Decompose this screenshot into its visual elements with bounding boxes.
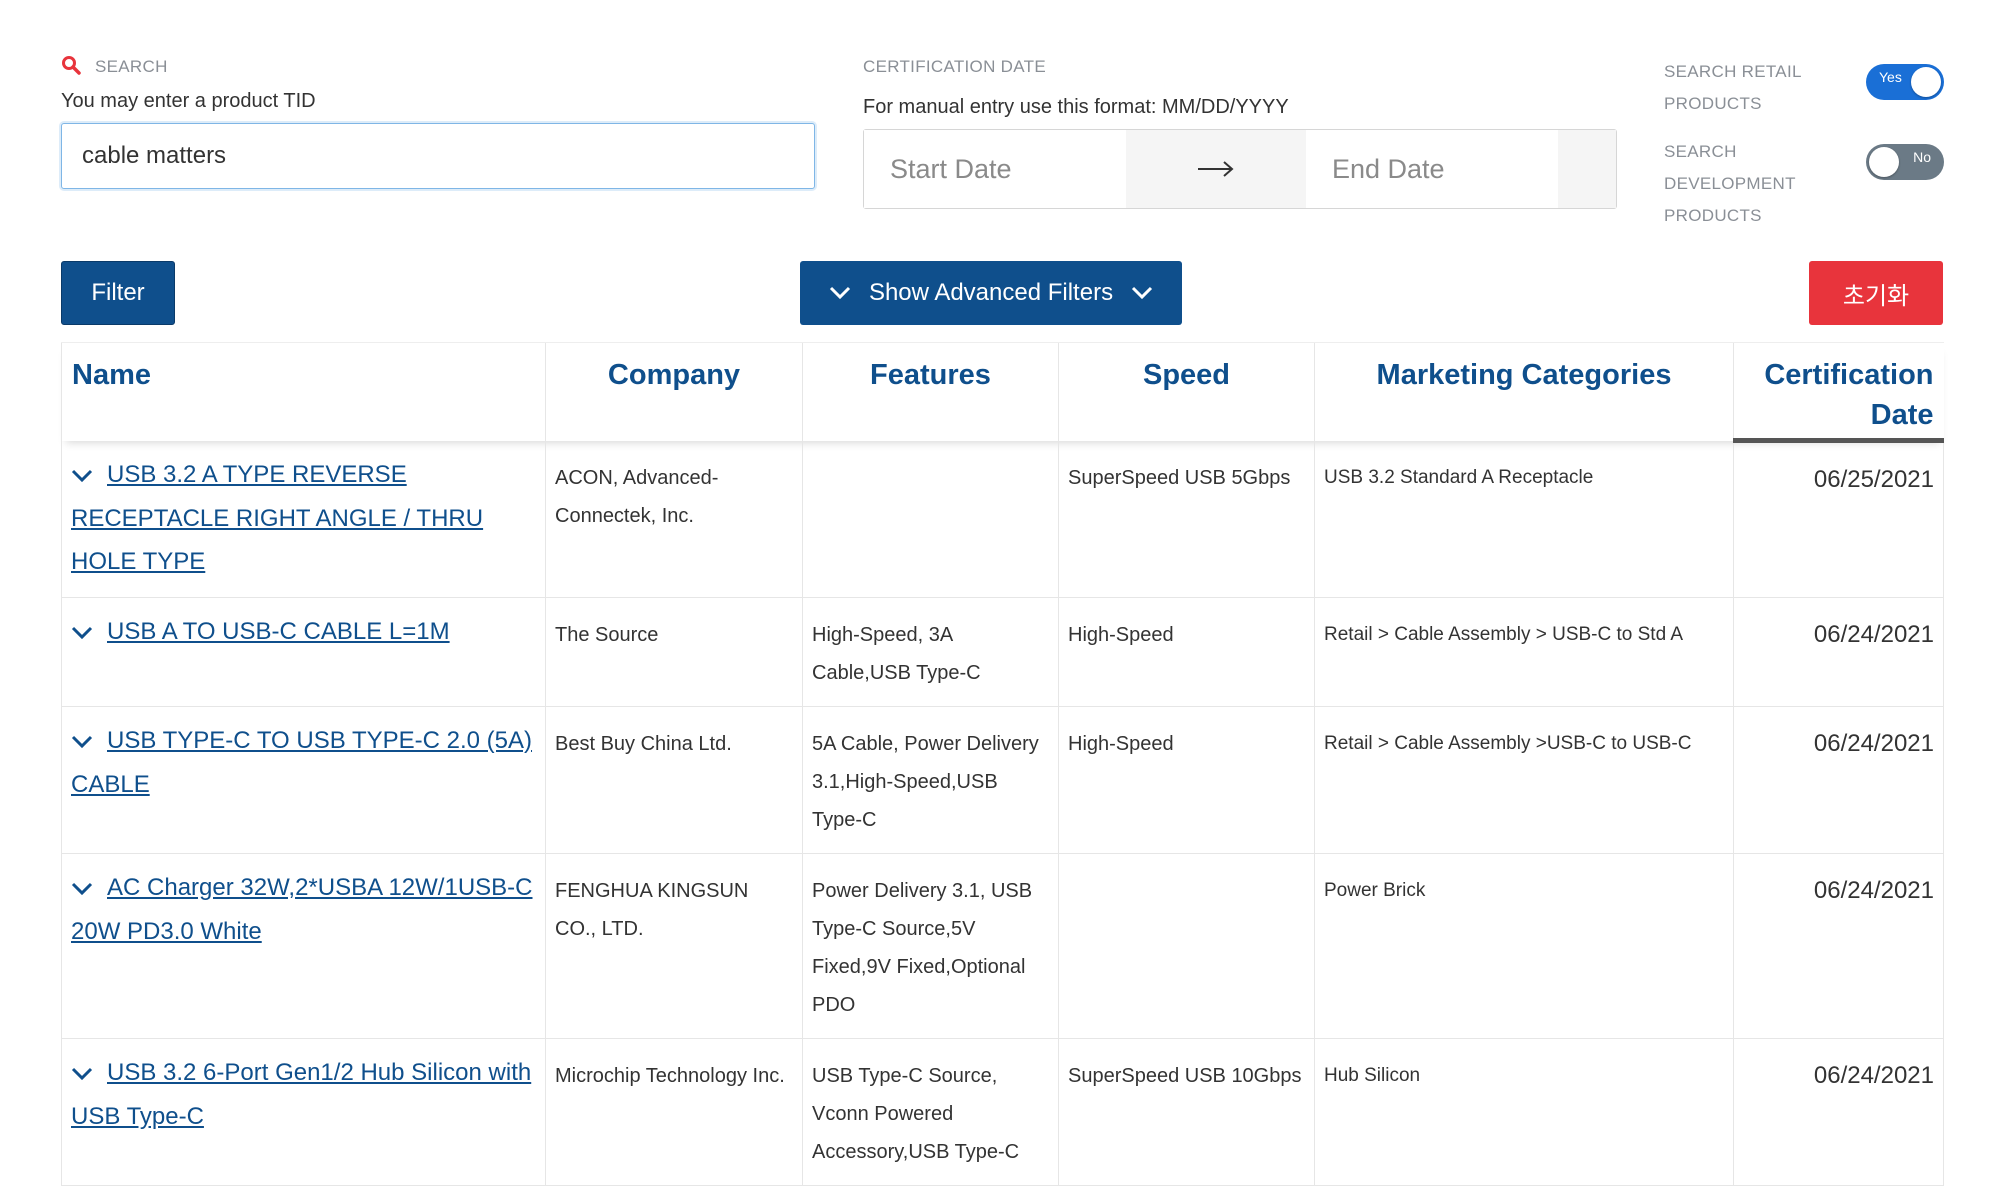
table-row: USB A TO USB-C CABLE L=1M The Source Hig… xyxy=(61,597,1944,707)
retail-toggle-state: Yes xyxy=(1879,69,1902,85)
product-name-link[interactable]: USB 3.2 6-Port Gen1/2 Hub Silicon with U… xyxy=(71,1059,531,1130)
date-cell: 06/24/2021 xyxy=(1733,853,1944,1039)
column-header-name[interactable]: Name xyxy=(61,342,546,441)
search-input[interactable] xyxy=(61,123,815,189)
speed-cell: SuperSpeed USB 5Gbps xyxy=(1058,440,1315,598)
table-row: AC Charger 32W,2*USBA 12W/1USB-C 20W PD3… xyxy=(61,853,1944,1039)
expand-chevron-icon[interactable] xyxy=(71,1052,93,1095)
date-cell: 06/24/2021 xyxy=(1733,1038,1944,1186)
column-header-company[interactable]: Company xyxy=(545,342,803,441)
speed-cell: High-Speed xyxy=(1058,706,1315,854)
product-type-toggles: SEARCH RETAIL PRODUCTS Yes SEARCH DEVELO… xyxy=(1664,56,1944,232)
company-cell: FENGHUA KINGSUN CO., LTD. xyxy=(545,853,803,1039)
expand-chevron-icon[interactable] xyxy=(71,720,93,763)
date-cell: 06/25/2021 xyxy=(1733,440,1944,598)
column-header-features[interactable]: Features xyxy=(802,342,1059,441)
table-row: USB 3.2 6-Port Gen1/2 Hub Silicon with U… xyxy=(61,1038,1944,1186)
search-section: SEARCH You may enter a product TID xyxy=(61,55,815,189)
filter-button[interactable]: Filter xyxy=(61,261,175,325)
product-search-page: SEARCH You may enter a product TID CERTI… xyxy=(0,0,1998,1186)
show-advanced-filters-button[interactable]: Show Advanced Filters xyxy=(800,261,1182,325)
column-header-speed[interactable]: Speed xyxy=(1058,342,1315,441)
certification-date-section: CERTIFICATION DATE For manual entry use … xyxy=(863,56,1617,209)
search-label: SEARCH xyxy=(95,57,168,76)
reset-button[interactable]: 초기화 xyxy=(1809,261,1943,325)
categories-cell: Retail > Cable Assembly >USB-C to USB-C xyxy=(1314,706,1734,854)
column-header-certification-date[interactable]: Certification Date xyxy=(1733,342,1944,443)
chevron-down-icon xyxy=(1131,279,1153,307)
name-cell: USB 3.2 A TYPE REVERSE RECEPTACLE RIGHT … xyxy=(61,440,546,598)
product-name-link[interactable]: USB TYPE-C TO USB TYPE-C 2.0 (5A) CABLE xyxy=(71,727,532,798)
categories-cell: Hub Silicon xyxy=(1314,1038,1734,1186)
arrow-right-icon xyxy=(1126,130,1306,208)
categories-cell: Power Brick xyxy=(1314,853,1734,1039)
column-header-marketing-categories[interactable]: Marketing Categories xyxy=(1314,342,1734,441)
date-format-hint: For manual entry use this format: MM/DD/… xyxy=(863,96,1289,118)
search-icon xyxy=(61,55,81,80)
features-cell xyxy=(802,440,1059,598)
features-cell: 5A Cable, Power Delivery 3.1,High-Speed,… xyxy=(802,706,1059,854)
product-name-link[interactable]: AC Charger 32W,2*USBA 12W/1USB-C 20W PD3… xyxy=(71,874,533,945)
start-date-input[interactable] xyxy=(864,130,1126,208)
date-cell: 06/24/2021 xyxy=(1733,597,1944,707)
end-date-input[interactable] xyxy=(1306,130,1558,208)
development-products-toggle[interactable]: No xyxy=(1866,144,1944,180)
development-toggle-state: No xyxy=(1913,149,1931,165)
toggle-knob xyxy=(1869,147,1899,177)
categories-cell: Retail > Cable Assembly > USB-C to Std A xyxy=(1314,597,1734,707)
expand-chevron-icon[interactable] xyxy=(71,867,93,910)
results-table: Name Company Features Speed Marketing Ca… xyxy=(61,342,1944,1186)
table-row: USB TYPE-C TO USB TYPE-C 2.0 (5A) CABLE … xyxy=(61,706,1944,854)
company-cell: ACON, Advanced-Connectek, Inc. xyxy=(545,440,803,598)
product-name-link[interactable]: USB A TO USB-C CABLE L=1M xyxy=(107,618,450,645)
search-hint: You may enter a product TID xyxy=(61,90,316,112)
date-range-picker xyxy=(863,129,1617,209)
company-cell: The Source xyxy=(545,597,803,707)
speed-cell: SuperSpeed USB 10Gbps xyxy=(1058,1038,1315,1186)
advanced-filters-label: Show Advanced Filters xyxy=(868,279,1114,306)
speed-cell xyxy=(1058,853,1315,1039)
expand-chevron-icon[interactable] xyxy=(71,454,93,497)
name-cell: USB TYPE-C TO USB TYPE-C 2.0 (5A) CABLE xyxy=(61,706,546,854)
table-row: USB 3.2 A TYPE REVERSE RECEPTACLE RIGHT … xyxy=(61,440,1944,598)
speed-cell: High-Speed xyxy=(1058,597,1315,707)
company-cell: Microchip Technology Inc. xyxy=(545,1038,803,1186)
product-name-link[interactable]: USB 3.2 A TYPE REVERSE RECEPTACLE RIGHT … xyxy=(71,461,483,575)
date-cell: 06/24/2021 xyxy=(1733,706,1944,854)
name-cell: AC Charger 32W,2*USBA 12W/1USB-C 20W PD3… xyxy=(61,853,546,1039)
retail-products-toggle[interactable]: Yes xyxy=(1866,64,1944,100)
search-retail-label: SEARCH RETAIL PRODUCTS xyxy=(1664,62,1802,113)
table-header-row: Name Company Features Speed Marketing Ca… xyxy=(61,342,1944,443)
features-cell: USB Type-C Source, Vconn Powered Accesso… xyxy=(802,1038,1059,1186)
toggle-knob xyxy=(1911,67,1941,97)
results-table-container: Name Company Features Speed Marketing Ca… xyxy=(61,342,1944,1186)
expand-chevron-icon[interactable] xyxy=(71,611,93,654)
certification-date-label: CERTIFICATION DATE xyxy=(863,57,1046,76)
name-cell: USB A TO USB-C CABLE L=1M xyxy=(61,597,546,707)
features-cell: High-Speed, 3A Cable,USB Type-C xyxy=(802,597,1059,707)
name-cell: USB 3.2 6-Port Gen1/2 Hub Silicon with U… xyxy=(61,1038,546,1186)
features-cell: Power Delivery 3.1, USB Type-C Source,5V… xyxy=(802,853,1059,1039)
search-development-label: SEARCH DEVELOPMENT PRODUCTS xyxy=(1664,142,1796,225)
chevron-down-icon xyxy=(829,279,851,307)
company-cell: Best Buy China Ltd. xyxy=(545,706,803,854)
categories-cell: USB 3.2 Standard A Receptacle xyxy=(1314,440,1734,598)
date-range-filler xyxy=(1558,130,1616,208)
